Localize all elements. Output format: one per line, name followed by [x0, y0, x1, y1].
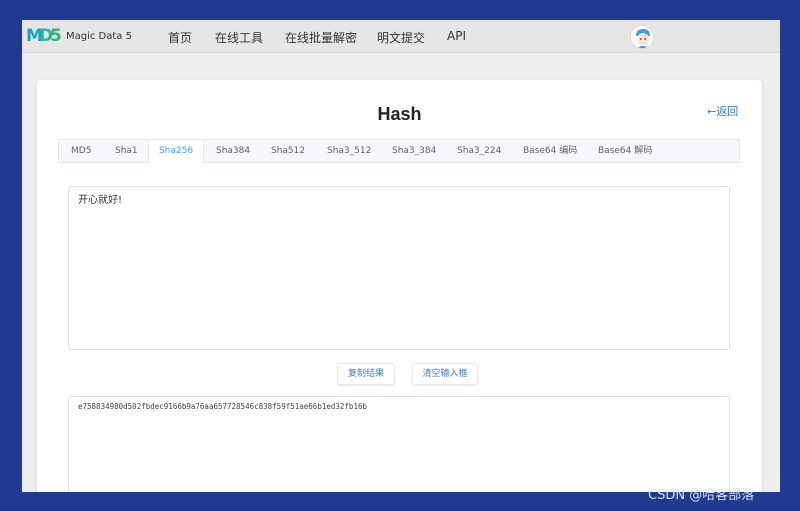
page-title: Hash — [377, 104, 422, 124]
hash-tool-card: Hash ←返回 MD5 Sha1 Sha256 Sha384 Sha512 S… — [37, 80, 762, 492]
tab-base64-decode[interactable]: Base64 解码 — [598, 140, 652, 163]
md5-logo-mark: M D 5 — [26, 27, 62, 45]
tab-md5[interactable]: MD5 — [71, 140, 91, 163]
tab-sha3-224[interactable]: Sha3_224 — [457, 140, 501, 163]
user-avatar[interactable] — [630, 25, 654, 49]
hash-type-tabs: MD5 Sha1 Sha256 Sha384 Sha512 Sha3_512 S… — [58, 139, 740, 164]
tab-sha384[interactable]: Sha384 — [216, 140, 250, 163]
browser-frame: M D 5 Magic Data 5 首页 在线工具 在线批量解密 明文提交 A… — [22, 20, 780, 492]
avatar-icon — [631, 26, 653, 48]
tab-base64-encode[interactable]: Base64 编码 — [523, 140, 577, 163]
tab-sha1[interactable]: Sha1 — [115, 140, 138, 163]
top-navbar: M D 5 Magic Data 5 首页 在线工具 在线批量解密 明文提交 A… — [22, 20, 780, 53]
tab-sha3-384[interactable]: Sha3_384 — [392, 140, 436, 163]
site-logo[interactable]: M D 5 Magic Data 5 — [26, 27, 132, 45]
nav-item-home[interactable]: 首页 — [168, 29, 192, 46]
hash-output-textarea[interactable]: e758834980d502fbdec9166b9a76aa657728546c… — [68, 396, 730, 492]
logo-digit-5: 5 — [50, 26, 62, 46]
tab-sha256[interactable]: Sha256 — [148, 140, 204, 164]
csdn-watermark: CSDN @哈客部落 — [648, 488, 755, 503]
back-link[interactable]: ←返回 — [707, 103, 738, 119]
tab-sha512[interactable]: Sha512 — [271, 140, 305, 163]
tab-sha3-512[interactable]: Sha3_512 — [327, 140, 371, 163]
nav-item-plaintext-submit[interactable]: 明文提交 — [377, 29, 425, 46]
logo-text: Magic Data 5 — [66, 30, 132, 42]
hash-input-textarea[interactable]: 开心就好! — [68, 186, 730, 350]
nav-item-batch-decrypt[interactable]: 在线批量解密 — [285, 29, 357, 46]
copy-result-button[interactable]: 复制结果 — [337, 363, 395, 385]
nav-item-api[interactable]: API — [447, 29, 466, 43]
nav-item-online-tools[interactable]: 在线工具 — [215, 29, 263, 46]
clear-input-button[interactable]: 清空输入框 — [412, 363, 478, 385]
